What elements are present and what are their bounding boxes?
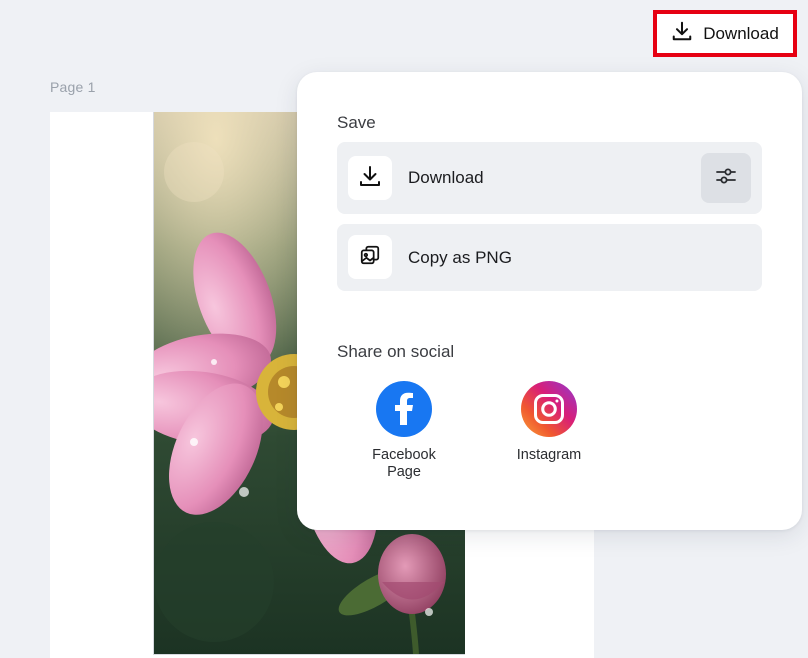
download-option-label: Download xyxy=(408,168,484,187)
page-label: Page 1 xyxy=(50,79,96,95)
facebook-icon xyxy=(376,381,432,437)
facebook-label-line1: Facebook xyxy=(372,447,436,463)
facebook-label-line2: Page xyxy=(387,464,421,480)
share-panel: Save Download Copy as PNG Share on socia… xyxy=(297,72,802,530)
instagram-icon xyxy=(521,381,577,437)
download-icon xyxy=(671,20,693,47)
share-facebook-page[interactable]: Facebook Page xyxy=(359,381,449,481)
facebook-page-label: Facebook Page xyxy=(359,447,449,481)
download-icon xyxy=(358,164,382,193)
share-section-title: Share on social xyxy=(337,342,455,361)
sliders-icon xyxy=(714,164,738,193)
copy-image-icon xyxy=(359,244,381,271)
instagram-label: Instagram xyxy=(516,447,582,463)
download-button-highlighted[interactable]: Download xyxy=(653,10,797,57)
copy-png-icon-box xyxy=(348,235,392,279)
download-option[interactable]: Download xyxy=(337,142,762,214)
save-section-title: Save xyxy=(337,113,376,132)
download-button-label: Download xyxy=(703,23,779,43)
copy-png-option[interactable]: Copy as PNG xyxy=(337,224,762,291)
download-option-icon-box xyxy=(348,156,392,200)
download-settings-button[interactable] xyxy=(701,153,751,203)
share-instagram[interactable]: Instagram xyxy=(504,381,594,464)
copy-png-label: Copy as PNG xyxy=(408,248,512,267)
